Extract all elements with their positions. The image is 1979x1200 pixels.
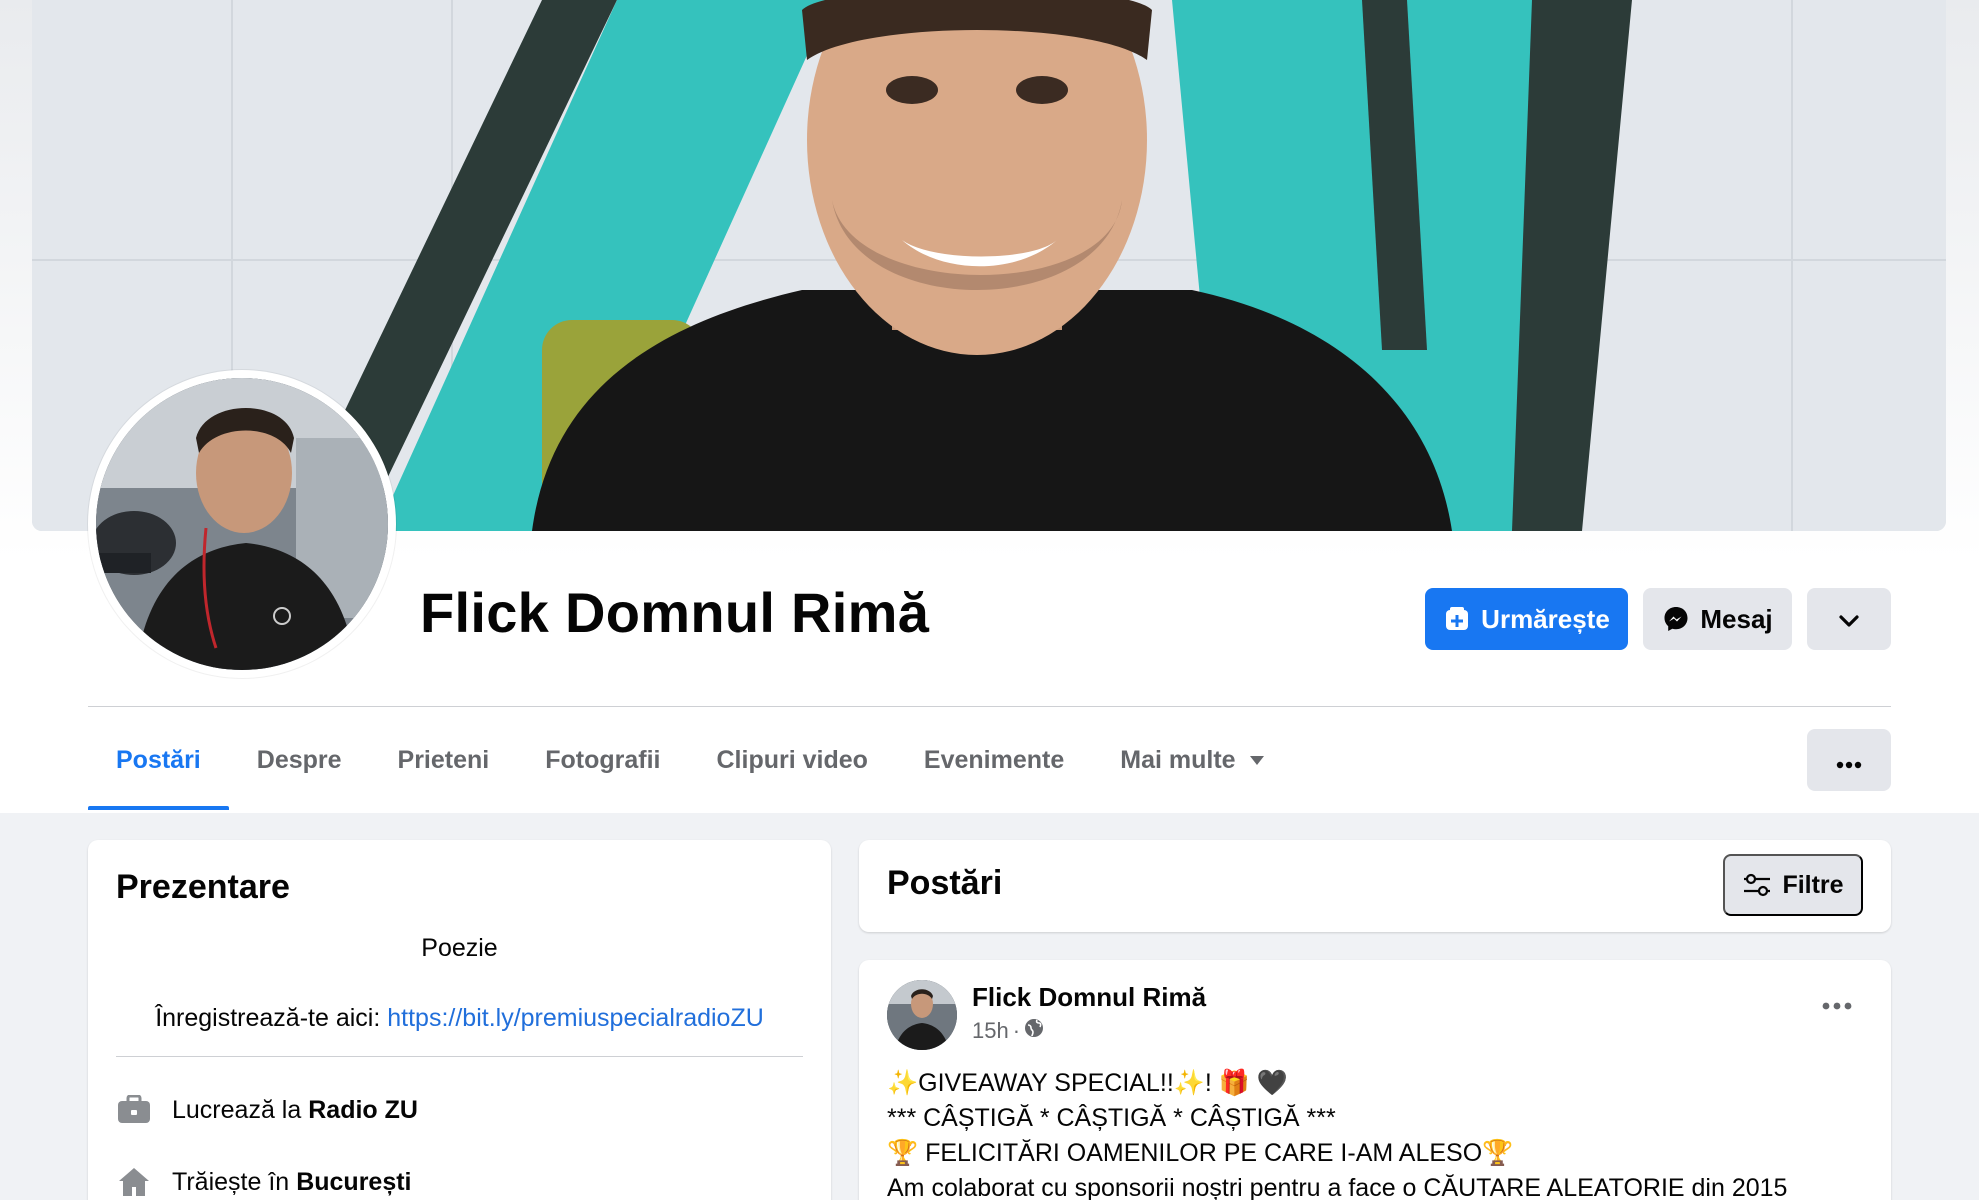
intro-work-prefix: Lucrează la: [172, 1095, 302, 1124]
post-text-line: 🏆 FELICITĂRI OAMENILOR PE CARE I-AM ALES…: [887, 1139, 1514, 1167]
chevron-down-icon: [1838, 604, 1860, 635]
intro-divider: [116, 1056, 803, 1057]
profile-options-button[interactable]: [1807, 588, 1891, 650]
briefcase-icon: [116, 1092, 152, 1128]
posts-header-card: Postări Filtre: [859, 840, 1891, 932]
follow-button[interactable]: Urmărește: [1425, 588, 1628, 650]
tab-posts[interactable]: Postări: [88, 710, 229, 810]
header-divider: [88, 706, 1891, 707]
intro-work-place[interactable]: Radio ZU: [308, 1096, 418, 1125]
post-card: Flick Domnul Rimă 15h · ✨GIVEAWAY SPECIA…: [859, 960, 1891, 1200]
post-text: ✨GIVEAWAY SPECIAL!!✨! 🎁 🖤 *** CÂȘTIGĂ * …: [887, 1066, 1787, 1200]
tab-label: Despre: [256, 745, 342, 774]
intro-bio-line1: Poezie: [421, 934, 498, 962]
posts-title: Postări: [887, 864, 1003, 902]
post-meta: 15h ·: [972, 1018, 1044, 1044]
post-author-avatar[interactable]: [887, 980, 957, 1050]
tab-label: Clipuri video: [716, 745, 868, 774]
tab-label: Mai multe: [1120, 745, 1236, 774]
follow-icon: [1443, 605, 1471, 633]
tabs-more-options-button[interactable]: [1807, 729, 1891, 791]
post-options-button[interactable]: [1811, 980, 1863, 1032]
intro-home-place[interactable]: București: [296, 1168, 411, 1197]
profile-tabs: Postări Despre Prieteni Fotografii Clipu…: [88, 710, 1292, 810]
intro-bio-link[interactable]: https://bit.ly/premiuspecialradioZU: [387, 1004, 764, 1032]
globe-icon: [1024, 1018, 1044, 1044]
intro-home-row: Trăiește în București: [116, 1164, 412, 1200]
intro-home-prefix: Trăiește în: [172, 1167, 290, 1196]
message-label: Mesaj: [1700, 603, 1773, 634]
messenger-icon: [1662, 605, 1690, 633]
filter-sliders-icon: [1742, 873, 1772, 897]
post-time[interactable]: 15h: [972, 1018, 1009, 1044]
tab-events[interactable]: Evenimente: [896, 710, 1092, 810]
tab-label: Evenimente: [923, 745, 1065, 774]
home-icon: [116, 1164, 152, 1200]
tab-photos[interactable]: Fotografii: [517, 710, 688, 810]
intro-card: Prezentare Poezie Înregistrează-te aici:…: [88, 840, 831, 1200]
message-button[interactable]: Mesaj: [1643, 588, 1792, 650]
profile-picture-frame[interactable]: [88, 370, 396, 678]
profile-picture[interactable]: [96, 378, 388, 670]
profile-picture-image: [96, 378, 388, 670]
intro-bio-prefix: Înregistrează-te aici:: [155, 1004, 381, 1032]
post-author-avatar-image: [887, 980, 957, 1050]
post-author-name[interactable]: Flick Domnul Rimă: [972, 982, 1206, 1013]
more-horizontal-icon: [1822, 997, 1852, 1015]
post-text-line: Am colaborat cu sponsorii noștri pentru …: [887, 1174, 1788, 1200]
tab-label: Prieteni: [397, 745, 490, 774]
post-text-line: ✨GIVEAWAY SPECIAL!!✨! 🎁 🖤: [887, 1069, 1288, 1097]
tab-label: Postări: [116, 745, 201, 774]
tab-friends[interactable]: Prieteni: [370, 710, 518, 810]
profile-name: Flick Domnul Rimă: [420, 581, 930, 644]
tab-about[interactable]: Despre: [229, 710, 370, 810]
tab-more[interactable]: Mai multe: [1092, 710, 1291, 810]
filters-label: Filtre: [1782, 870, 1844, 899]
more-horizontal-icon: [1836, 745, 1862, 776]
follow-label: Urmărește: [1481, 603, 1610, 634]
tab-videos[interactable]: Clipuri video: [689, 710, 896, 810]
post-text-line: *** CÂȘTIGĂ * CÂȘTIGĂ * CÂȘTIGĂ ***: [887, 1104, 1336, 1132]
intro-work-row: Lucrează la Radio ZU: [116, 1092, 418, 1128]
tab-label: Fotografii: [545, 745, 661, 774]
caret-down-icon: [1249, 755, 1264, 765]
intro-title: Prezentare: [116, 868, 290, 906]
intro-bio-line2: Înregistrează-te aici: https://bit.ly/pr…: [88, 1004, 831, 1033]
meta-separator: ·: [1012, 1018, 1021, 1043]
filters-button[interactable]: Filtre: [1723, 854, 1863, 916]
